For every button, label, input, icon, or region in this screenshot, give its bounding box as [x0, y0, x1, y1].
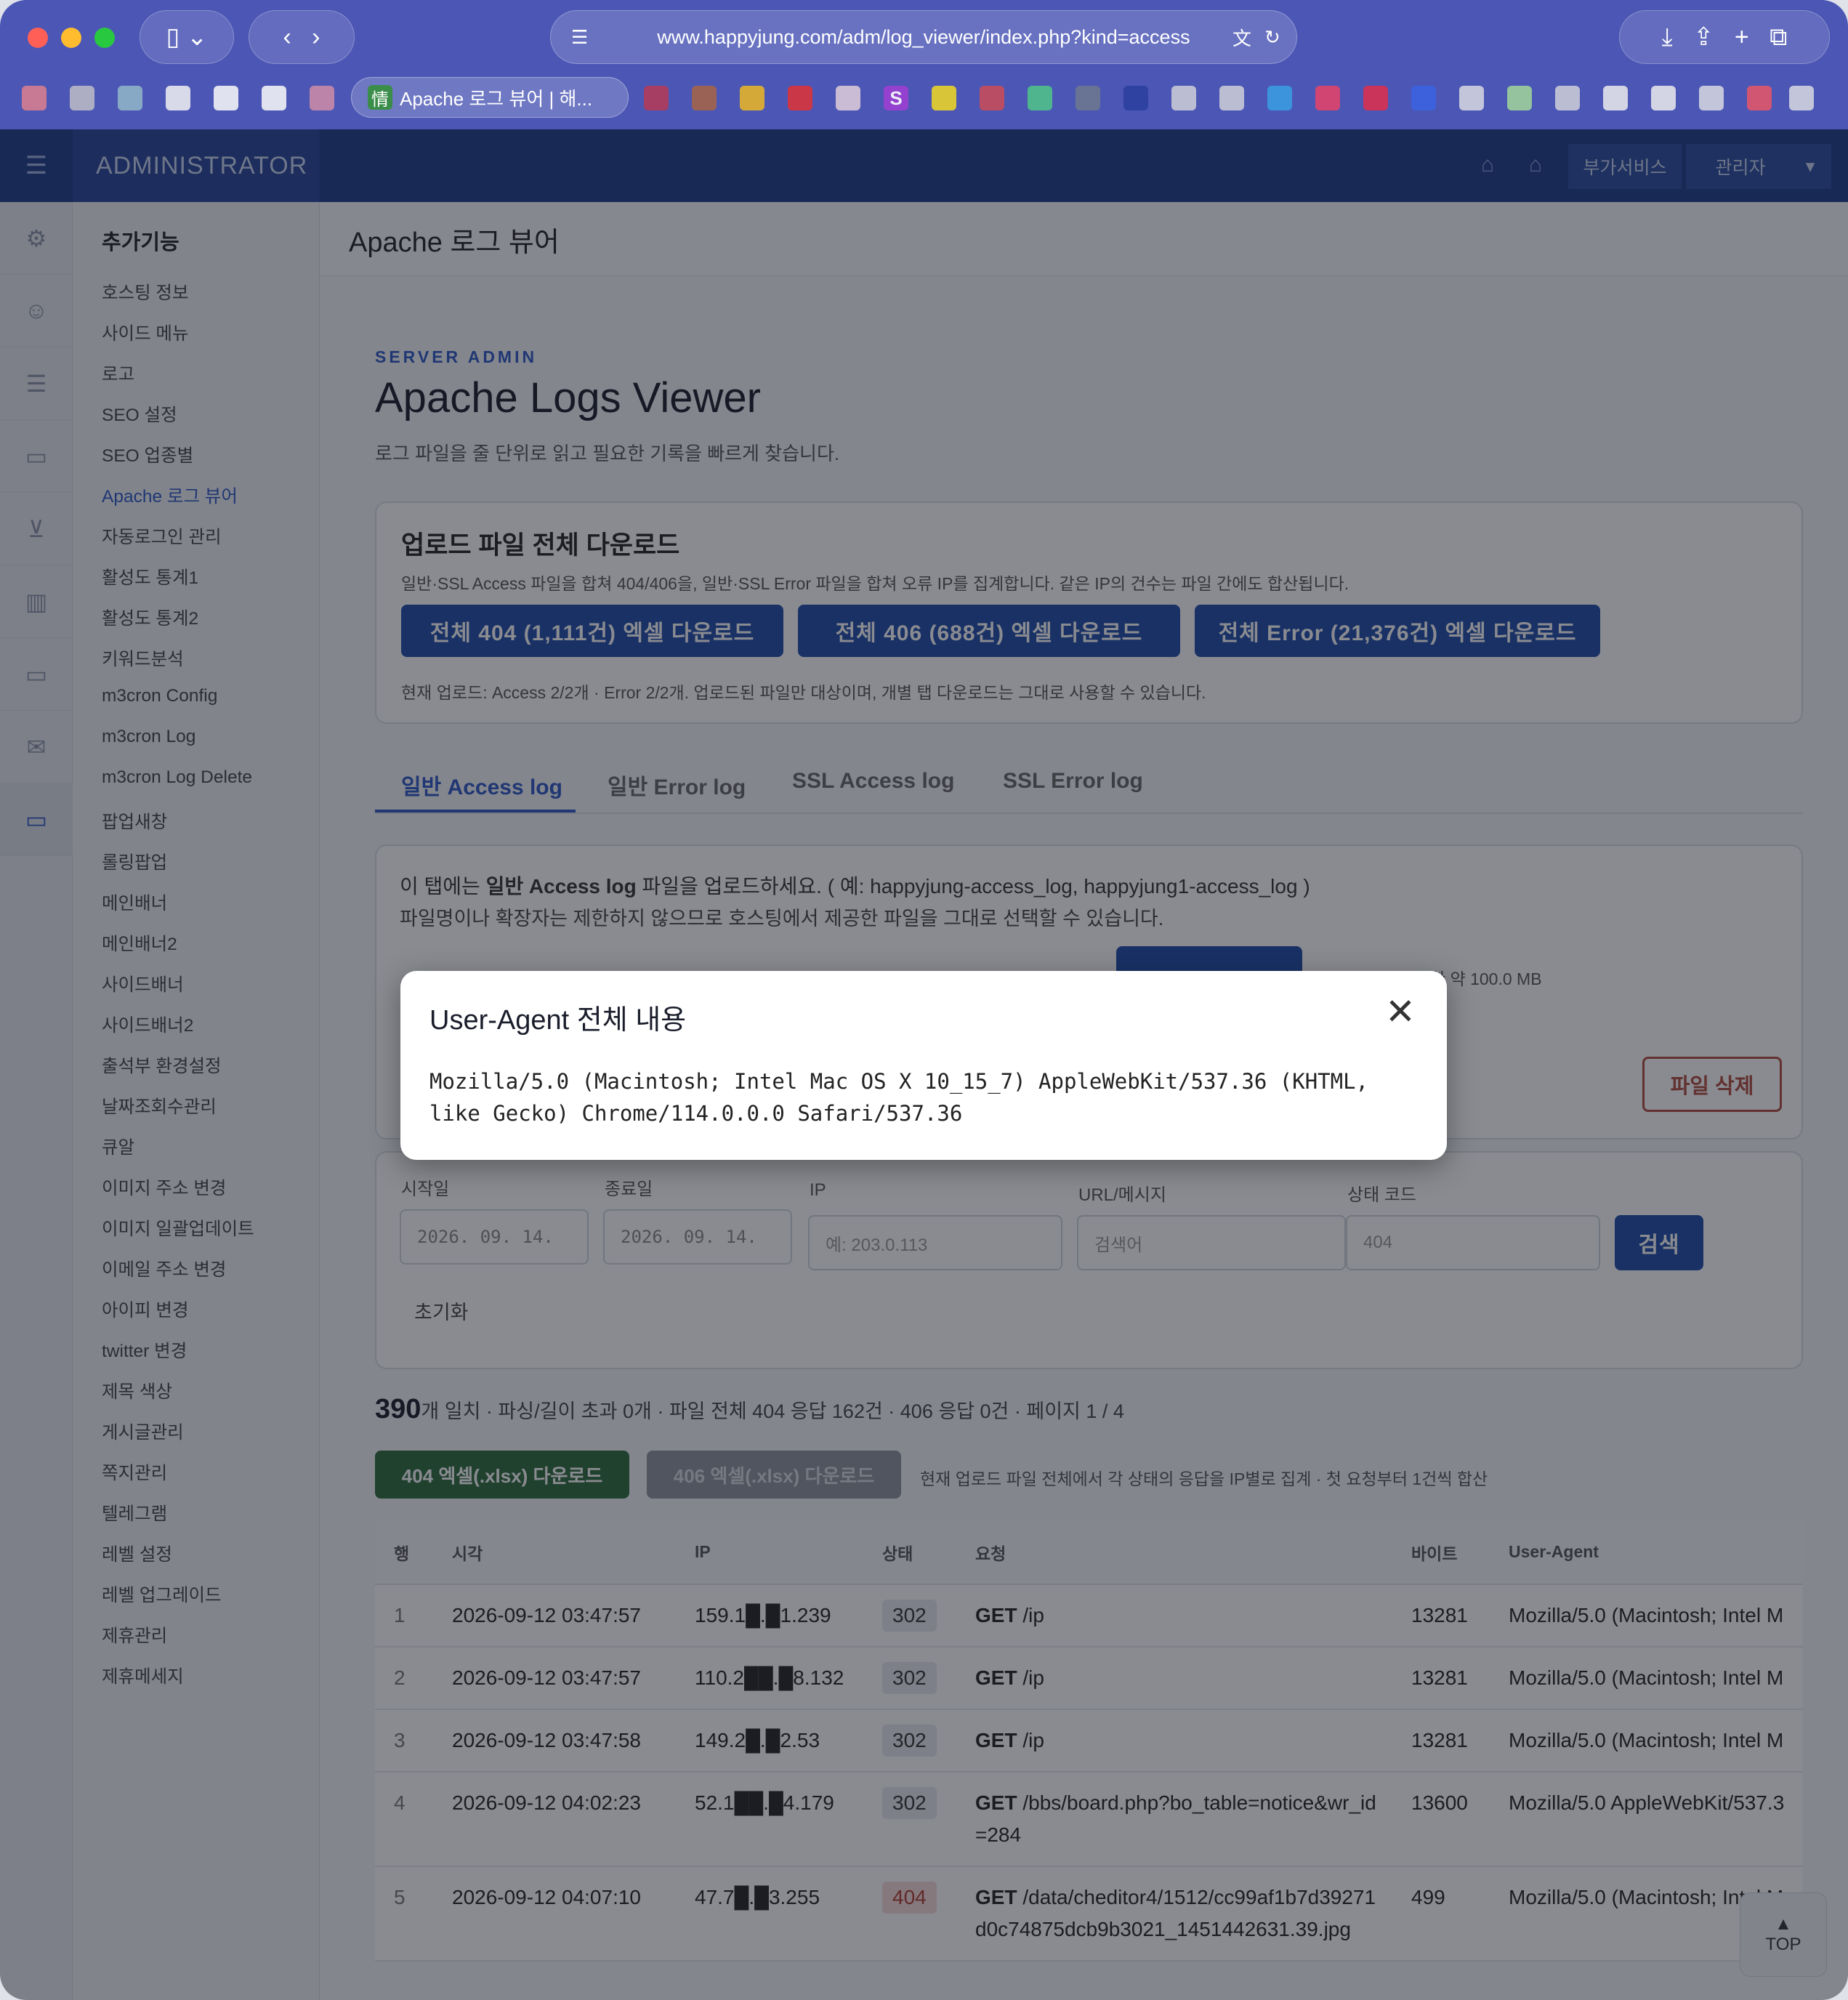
- minimize-window-icon[interactable]: [61, 28, 81, 48]
- pinned-tab-favicon[interactable]: [22, 86, 47, 110]
- pinned-tab-favicon[interactable]: [1555, 86, 1580, 110]
- active-browser-tab[interactable]: 情 Apache 로그 뷰어 | 해...: [351, 77, 629, 118]
- new-tab-icon[interactable]: +: [1735, 23, 1749, 52]
- pinned-tab-favicon[interactable]: [1123, 86, 1148, 110]
- pinned-tab-favicon[interactable]: [1076, 86, 1100, 110]
- pinned-tab-favicon[interactable]: [214, 86, 238, 110]
- url-text: www.happyjung.com/adm/log_viewer/index.p…: [657, 25, 1190, 48]
- tab-overview-icon[interactable]: ⧉: [1770, 23, 1787, 52]
- address-bar[interactable]: ☰ www.happyjung.com/adm/log_viewer/index…: [550, 10, 1297, 64]
- pinned-tab-favicon[interactable]: S: [884, 86, 908, 110]
- back-icon[interactable]: ‹: [283, 23, 291, 52]
- pinned-tab-favicon[interactable]: [692, 86, 717, 110]
- sidebar-icon: ▯ ⌄: [166, 23, 208, 51]
- pinned-tab-favicon[interactable]: [1219, 86, 1244, 110]
- share-icon[interactable]: ⇪: [1693, 23, 1714, 52]
- pinned-tab-favicon[interactable]: [1171, 86, 1196, 110]
- close-window-icon[interactable]: [28, 28, 48, 48]
- pinned-tab-favicon[interactable]: [310, 86, 334, 110]
- pinned-tab-favicon[interactable]: [1747, 86, 1772, 110]
- pinned-tab-favicon[interactable]: [932, 86, 956, 110]
- close-icon[interactable]: ✕: [1380, 991, 1421, 1032]
- pinned-tab-favicon[interactable]: [740, 86, 764, 110]
- reload-icon[interactable]: ↻: [1264, 26, 1280, 49]
- modal-user-agent-text: Mozilla/5.0 (Macintosh; Intel Mac OS X 1…: [429, 1069, 1369, 1126]
- page-menu-icon[interactable]: ☰: [571, 26, 588, 49]
- forward-icon[interactable]: ›: [312, 23, 320, 52]
- pinned-tab-favicon[interactable]: [1363, 86, 1388, 110]
- browser-chrome: ▯ ⌄ ‹ › ☰ www.happyjung.com/adm/log_view…: [0, 0, 1848, 129]
- translate-icon[interactable]: 文: [1232, 24, 1251, 51]
- pinned-tab-favicon[interactable]: [166, 86, 190, 110]
- active-tab-title: Apache 로그 뷰어 | 해...: [400, 87, 593, 110]
- pinned-tab-favicon[interactable]: [262, 86, 286, 110]
- pinned-tab-favicon[interactable]: [980, 86, 1004, 110]
- pinned-tab-favicon[interactable]: [1507, 86, 1532, 110]
- download-icon[interactable]: ⤓: [1662, 23, 1673, 52]
- pinned-tab-favicon[interactable]: [1315, 86, 1340, 110]
- pinned-tab-favicon[interactable]: [1028, 86, 1052, 110]
- sidebar-toggle-button[interactable]: ▯ ⌄: [140, 10, 234, 64]
- pinned-tab-favicon[interactable]: [1699, 86, 1724, 110]
- pinned-tab-favicon[interactable]: [836, 86, 860, 110]
- zoom-window-icon[interactable]: [94, 28, 115, 48]
- user-agent-modal: User-Agent 전체 내용 ✕ Mozilla/5.0 (Macintos…: [400, 971, 1447, 1160]
- pinned-tab-favicon[interactable]: [788, 86, 812, 110]
- modal-title: User-Agent 전체 내용: [429, 1005, 687, 1036]
- pinned-tab-favicon[interactable]: [1651, 86, 1676, 110]
- pinned-tab-favicon[interactable]: [644, 86, 669, 110]
- tab-favicon-icon: 情: [368, 85, 392, 110]
- history-nav[interactable]: ‹ ›: [249, 10, 355, 64]
- pinned-tab-favicon[interactable]: [1459, 86, 1484, 110]
- pinned-tab-favicon[interactable]: [118, 86, 142, 110]
- toolbar-actions: ⤓ ⇪ + ⧉: [1619, 10, 1830, 64]
- pinned-tab-favicon[interactable]: [1603, 86, 1628, 110]
- pinned-tab-favicon[interactable]: [1267, 86, 1292, 110]
- window: ▯ ⌄ ‹ › ☰ www.happyjung.com/adm/log_view…: [0, 0, 1848, 2000]
- pinned-tab-favicon[interactable]: [1789, 86, 1814, 110]
- pinned-tab-favicon[interactable]: [70, 86, 94, 110]
- pinned-tab-favicon[interactable]: [1411, 86, 1436, 110]
